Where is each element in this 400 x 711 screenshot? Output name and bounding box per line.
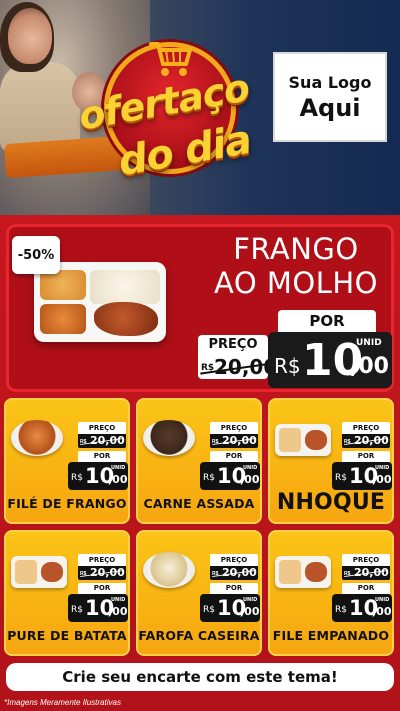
old-price: R$ 20,00: [210, 566, 258, 580]
price-label: PREÇO: [78, 422, 126, 434]
featured-old-price: R$ 20,00: [198, 355, 277, 379]
old-price: R$ 20,00: [342, 566, 390, 580]
product-image: [275, 556, 331, 588]
new-price: UNID R$ 10 ,00: [200, 462, 260, 490]
por-label: POR: [78, 583, 126, 594]
product-card[interactable]: PREÇO R$ 20,00 POR UNID R$ 10 ,00 FAROFA…: [136, 530, 262, 656]
price-label: PREÇO: [342, 554, 390, 566]
por-label: POR: [210, 451, 258, 462]
product-name: FILÉ DE FRANGO: [7, 496, 127, 511]
old-price: R$ 20,00: [78, 434, 126, 448]
featured-por-label: POR: [278, 310, 376, 332]
cta-banner[interactable]: Crie seu encarte com este tema!: [6, 663, 394, 691]
discount-badge: -50%: [12, 236, 60, 274]
product-name: PURE DE BATATA: [7, 628, 127, 643]
shopping-cart-icon: [149, 42, 192, 76]
product-card[interactable]: PREÇO R$ 20,00 POR UNID R$ 10 ,00 FILÉ D…: [4, 398, 130, 524]
new-price: UNID R$ 10 ,00: [332, 594, 392, 622]
old-price: R$ 20,00: [210, 434, 258, 448]
product-card[interactable]: PREÇO R$ 20,00 POR UNID R$ 10 ,00 PURE D…: [4, 530, 130, 656]
disclaimer-text: *Imagens Meramente Ilustrativas: [4, 698, 121, 707]
product-name: FILE EMPANADO: [272, 628, 390, 643]
product-card[interactable]: PREÇO R$ 20,00 POR UNID R$ 10 ,00 FILE E…: [268, 530, 394, 656]
product-card[interactable]: PREÇO R$ 20,00 POR UNID R$ 10 ,00 CARNE …: [136, 398, 262, 524]
price-label: PREÇO: [78, 554, 126, 566]
product-image: [11, 556, 67, 588]
old-price: R$ 20,00: [342, 434, 390, 448]
product-image: [143, 552, 195, 588]
por-label: POR: [342, 451, 390, 462]
featured-new-price: UNID R$ 10 ,00: [268, 332, 392, 388]
product-image: [11, 420, 63, 456]
price-label: PREÇO: [210, 422, 258, 434]
featured-food-image: [34, 262, 166, 342]
logo-line2: Aqui: [299, 93, 361, 122]
price-label: PREÇO: [210, 554, 258, 566]
product-image: [275, 424, 331, 456]
featured-product-name: FRANGO AO MOLHO: [213, 232, 378, 300]
logo-placeholder[interactable]: Sua Logo Aqui: [273, 52, 387, 142]
product-name: FAROFA CASEIRA: [138, 628, 260, 643]
por-label: POR: [78, 451, 126, 462]
old-price: R$ 20,00: [78, 566, 126, 580]
por-label: POR: [210, 583, 258, 594]
new-price: UNID R$ 10 ,00: [332, 462, 392, 490]
product-name: CARNE ASSADA: [143, 496, 255, 511]
new-price: UNID R$ 10 ,00: [68, 594, 128, 622]
hero-banner: ofertaço do dia Sua Logo Aqui: [0, 0, 400, 215]
price-label: PREÇO: [342, 422, 390, 434]
product-card[interactable]: PREÇO R$ 20,00 POR UNID R$ 10 ,00 NHOQUE: [268, 398, 394, 524]
logo-line1: Sua Logo: [288, 72, 372, 92]
offer-badge: ofertaço do dia: [75, 28, 262, 208]
new-price: UNID R$ 10 ,00: [68, 462, 128, 490]
por-label: POR: [342, 583, 390, 594]
new-price: UNID R$ 10 ,00: [200, 594, 260, 622]
product-name: NHOQUE: [276, 490, 386, 515]
product-image: [143, 420, 195, 456]
featured-price-label: PREÇO: [198, 335, 268, 355]
